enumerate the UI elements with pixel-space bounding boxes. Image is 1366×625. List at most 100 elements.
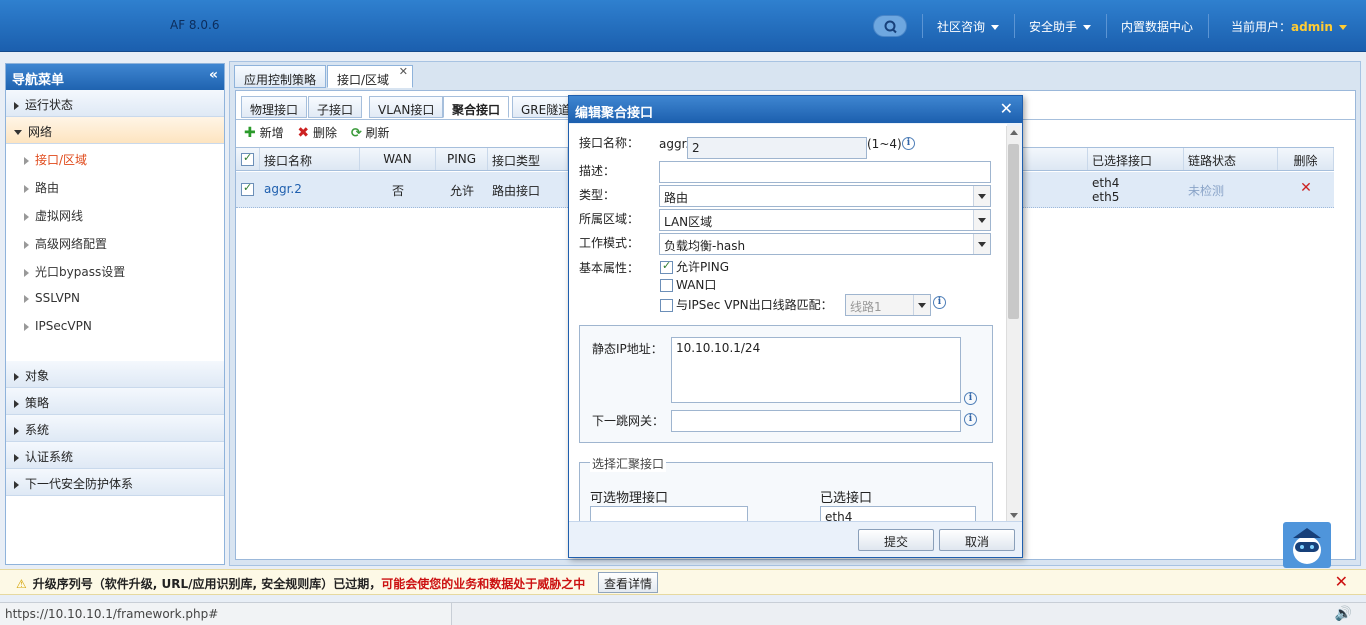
zone-select[interactable]: LAN区域 xyxy=(659,209,991,231)
nav-group-objects[interactable]: 对象 xyxy=(6,361,224,388)
dialog-scrollbar[interactable] xyxy=(1006,126,1020,522)
info-icon[interactable]: i xyxy=(964,413,977,426)
data-center-link[interactable]: 内置数据中心 xyxy=(1121,18,1193,35)
chevron-down-icon xyxy=(973,234,990,254)
allow-ping-label: 允许PING xyxy=(676,260,730,274)
row-delete-button[interactable]: ✕ xyxy=(1278,172,1334,207)
nav-group-nextgen-security[interactable]: 下一代安全防护体系 xyxy=(6,469,224,496)
desc-input[interactable] xyxy=(659,161,991,183)
gateway-input[interactable] xyxy=(671,410,961,432)
available-interfaces-list[interactable] xyxy=(590,506,748,522)
nav-item-ipsecvpn[interactable]: IPSecVPN xyxy=(6,312,224,340)
community-menu[interactable]: 社区咨询 xyxy=(937,18,1000,35)
col-name[interactable]: 接口名称 xyxy=(260,148,360,170)
aggregate-legend: 选择汇聚接口 xyxy=(590,455,667,472)
nav-group-label: 系统 xyxy=(25,423,50,437)
wan-checkbox[interactable]: WAN口 xyxy=(660,276,716,293)
chevron-right-icon xyxy=(14,453,19,462)
col-link-status[interactable]: 链路状态 xyxy=(1184,148,1278,170)
cell-wan: 否 xyxy=(391,184,404,198)
plus-icon: ✚ xyxy=(244,125,256,141)
col-ping[interactable]: PING xyxy=(436,148,488,170)
col-wan[interactable]: WAN xyxy=(360,148,436,170)
nav-group-label: 策略 xyxy=(25,396,50,410)
ipsec-match-label: 与IPSec VPN出口线路匹配： xyxy=(676,298,833,312)
mode-value: 负载均衡-hash xyxy=(664,239,746,253)
nav-group-policy[interactable]: 策略 xyxy=(6,388,224,415)
info-icon[interactable]: i xyxy=(933,296,946,309)
mode-label: 工作模式： xyxy=(579,236,640,250)
search-button[interactable] xyxy=(873,15,907,37)
type-select[interactable]: 路由 xyxy=(659,185,991,207)
nav-title-label: 导航菜单 xyxy=(12,73,65,88)
status-url: https://10.10.10.1/framework.php# xyxy=(0,603,452,625)
chevron-right-icon xyxy=(14,399,19,408)
col-type[interactable]: 接口类型 xyxy=(488,148,568,170)
close-icon[interactable]: ✕ xyxy=(1335,572,1348,591)
nav-item-interface-zone[interactable]: 接口/区域 xyxy=(6,144,224,172)
name-label: 接口名称： xyxy=(579,136,640,150)
delete-button[interactable]: ✖ 删除 xyxy=(297,124,337,141)
nav-group-auth[interactable]: 认证系统 xyxy=(6,442,224,469)
menu-divider xyxy=(922,14,923,38)
top-header: AF 8.0.6 社区咨询 安全助手 内置数据中心 当前用户：admin xyxy=(0,0,1366,52)
security-assistant-menu[interactable]: 安全助手 xyxy=(1029,18,1092,35)
nav-group-system[interactable]: 系统 xyxy=(6,415,224,442)
tab-label: 接口/区域 xyxy=(337,73,390,87)
select-all-checkbox[interactable] xyxy=(236,148,260,170)
nav-item-advanced-network[interactable]: 高级网络配置 xyxy=(6,228,224,256)
mode-select[interactable]: 负载均衡-hash xyxy=(659,233,991,255)
chevron-right-icon xyxy=(24,184,29,193)
tab-aggregate-interface[interactable]: 聚合接口 xyxy=(443,96,510,118)
robot-icon xyxy=(1293,528,1321,564)
submit-button[interactable]: 提交 xyxy=(858,529,934,551)
nav-item-virtual-wire[interactable]: 虚拟网线 xyxy=(6,200,224,228)
tab-app-control[interactable]: 应用控制策略 xyxy=(234,65,327,88)
checkbox-icon xyxy=(660,279,673,292)
nav-group-status[interactable]: 运行状态 xyxy=(6,90,224,117)
version-label: AF 8.0.6 xyxy=(170,18,220,32)
dialog-title: 编辑聚合接口 ✕ xyxy=(569,96,1022,123)
nav-group-network[interactable]: 网络 xyxy=(6,117,224,144)
scrollbar-thumb[interactable] xyxy=(1008,144,1019,319)
tab-interface-zone[interactable]: 接口/区域 ✕ xyxy=(327,65,413,88)
info-icon[interactable]: i xyxy=(964,392,977,405)
add-button[interactable]: ✚ 新增 xyxy=(244,124,284,141)
ipsec-match-checkbox[interactable]: 与IPSec VPN出口线路匹配： xyxy=(660,296,833,313)
cancel-button[interactable]: 取消 xyxy=(939,529,1015,551)
warning-text: 升级序列号（软件升级, URL/应用识别库, 安全规则库）已过期， xyxy=(32,577,382,591)
name-input[interactable]: 2 xyxy=(687,137,867,159)
info-icon[interactable]: i xyxy=(902,137,915,150)
available-label: 可选物理接口 xyxy=(590,491,669,506)
view-details-button[interactable]: 查看详情 xyxy=(598,572,659,593)
selected-interfaces-list[interactable]: eth4 xyxy=(820,506,976,522)
tab-vlan-interface[interactable]: VLAN接口 xyxy=(369,96,444,118)
nav-item-label: 光口bypass设置 xyxy=(35,265,126,279)
scroll-down-icon[interactable] xyxy=(1010,513,1018,518)
col-selected-interfaces[interactable]: 已选择接口 xyxy=(1088,148,1184,170)
close-icon[interactable]: ✕ xyxy=(399,65,408,78)
assistant-mascot[interactable] xyxy=(1283,522,1331,568)
speaker-icon[interactable]: 🔊 xyxy=(1335,606,1352,622)
zone-label: 所属区域： xyxy=(579,212,640,226)
collapse-icon[interactable]: « xyxy=(209,67,218,83)
allow-ping-checkbox[interactable]: 允许PING xyxy=(660,258,729,275)
refresh-button[interactable]: ⟳ 刷新 xyxy=(351,124,390,141)
user-menu[interactable]: 当前用户：admin xyxy=(1231,18,1347,35)
selected-interface: eth5 xyxy=(1092,190,1120,204)
line-select[interactable]: 线路1 xyxy=(845,294,931,316)
chevron-down-icon xyxy=(973,210,990,230)
checkbox-icon xyxy=(660,259,673,274)
cell-name-link[interactable]: aggr.2 xyxy=(260,172,360,207)
scroll-up-icon[interactable] xyxy=(1010,130,1018,135)
row-checkbox[interactable] xyxy=(236,172,260,207)
nav-item-sslvpn[interactable]: SSLVPN xyxy=(6,284,224,312)
nav-item-routing[interactable]: 路由 xyxy=(6,172,224,200)
static-ip-input[interactable]: 10.10.10.1/24 xyxy=(671,337,961,403)
tab-sub-interface[interactable]: 子接口 xyxy=(308,96,363,118)
chevron-down-icon xyxy=(14,130,22,135)
close-icon[interactable]: ✕ xyxy=(1000,99,1013,118)
col-delete[interactable]: 删除 xyxy=(1278,148,1334,170)
tab-physical-interface[interactable]: 物理接口 xyxy=(241,96,308,118)
nav-item-bypass[interactable]: 光口bypass设置 xyxy=(6,256,224,284)
